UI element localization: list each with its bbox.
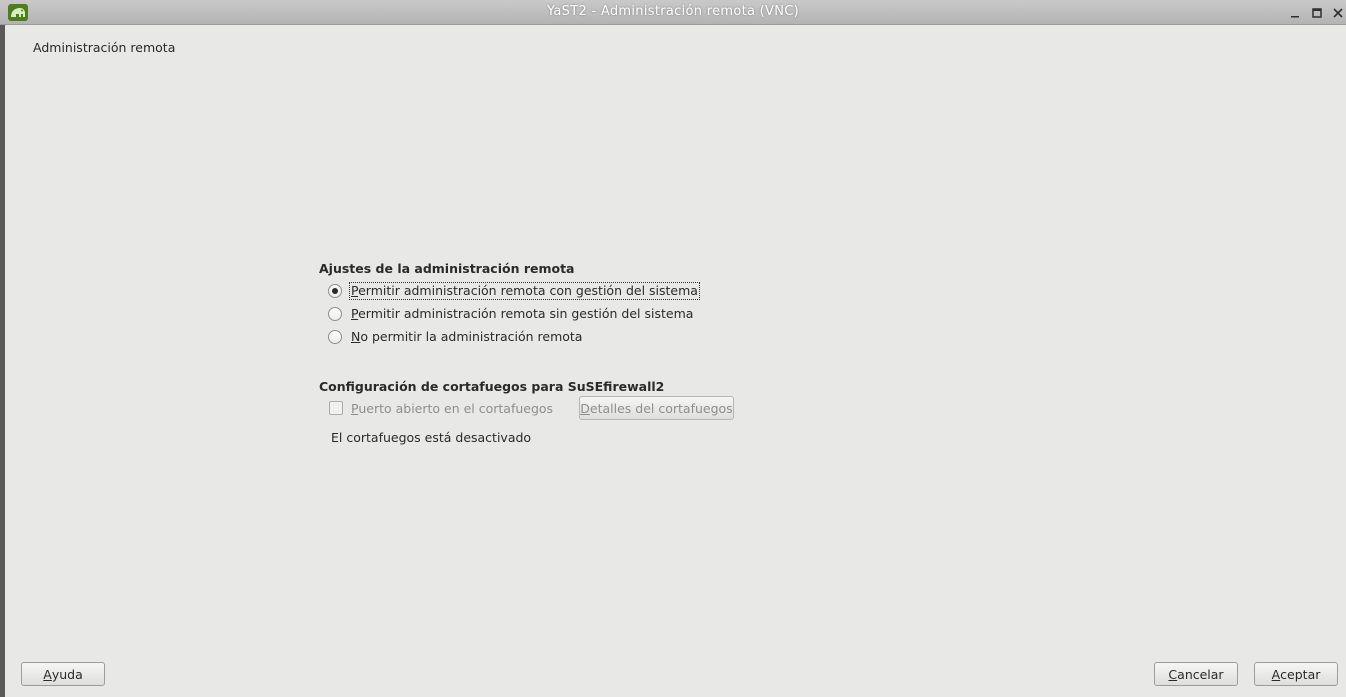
radio-label[interactable]: Permitir administración remota sin gesti… [350,306,694,322]
open-port-checkbox[interactable] [329,401,343,415]
radio-button-checked[interactable] [328,284,342,298]
help-button[interactable]: Ayuda [21,662,105,686]
yast-window: YaST2 - Administración remota (VNC) Admi… [0,0,1346,697]
open-port-label: Puerto abierto en el cortafuegos [351,401,553,416]
radio-do-not-allow[interactable]: No permitir la administración remota [328,327,583,347]
label-text: o permitir la administración remota [360,329,583,344]
label-text: ermitir administración remota con gestió… [358,283,698,298]
close-icon[interactable] [1331,5,1345,19]
label-text: uerto abierto en el cortafuegos [358,400,554,416]
window-title: YaST2 - Administración remota (VNC) [546,4,800,19]
mnemonic: A [1271,666,1281,682]
page-title: Administración remota [33,40,176,55]
radio-allow-without-session-management[interactable]: Permitir administración remota sin gesti… [328,304,694,324]
mnemonic: C [1168,666,1178,682]
label-text: etalles del cortafuegos [589,400,733,416]
cancel-button[interactable]: Cancelar [1154,662,1238,686]
radio-label[interactable]: No permitir la administración remota [350,329,583,345]
firewall-status-text: El cortafuegos está desactivado [331,430,532,445]
label-text: ceptar [1280,666,1321,682]
label-text: ermitir administración remota sin gestió… [358,306,694,321]
open-port-checkbox-row[interactable]: Puerto abierto en el cortafuegos [329,398,553,418]
radio-label[interactable]: Permitir administración remota con gesti… [349,282,700,300]
label-text: yuda [51,666,83,682]
remote-settings-title: Ajustes de la administración remota [319,261,575,276]
label-text: ancelar [1177,666,1224,682]
accept-button[interactable]: Aceptar [1254,662,1338,686]
radio-button[interactable] [328,307,342,321]
radio-button[interactable] [328,330,342,344]
mnemonic: A [43,666,52,682]
firewall-details-button[interactable]: Detalles del cortafuegos [579,396,734,420]
radio-allow-with-session-management[interactable]: Permitir administración remota con gesti… [328,281,700,301]
mnemonic: N [351,329,361,344]
minimize-icon[interactable] [1288,5,1302,19]
firewall-settings-title: Configuración de cortafuegos para SuSEfi… [319,379,665,394]
maximize-icon[interactable] [1310,5,1324,19]
title-bar[interactable]: YaST2 - Administración remota (VNC) [0,0,1346,25]
mnemonic: D [580,400,590,416]
